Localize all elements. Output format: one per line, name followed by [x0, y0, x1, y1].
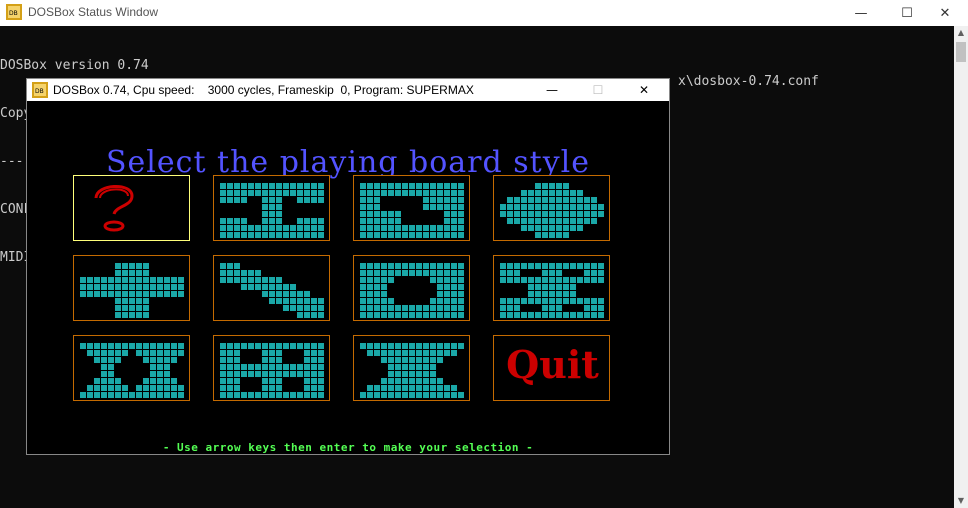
board-option-board-10[interactable]	[213, 335, 330, 401]
board-option-board-9[interactable]	[73, 335, 190, 401]
game-screen[interactable]: Select the playing board style Quit - Us…	[28, 101, 668, 454]
dosbox-minimize-button[interactable]: —	[530, 79, 574, 101]
svg-text:DB: DB	[35, 88, 44, 95]
board-option-board-6[interactable]	[213, 255, 330, 321]
console-line-tail: x\dosbox-0.74.conf	[678, 74, 819, 89]
board-option-board-7[interactable]	[353, 255, 470, 321]
scroll-up-icon[interactable]: ▲	[954, 26, 968, 40]
dosbox-titlebar[interactable]: DB DOSBox 0.74, Cpu speed: 3000 cycles, …	[27, 79, 669, 101]
status-window-title: DOSBox Status Window	[28, 5, 159, 19]
status-window-titlebar[interactable]: DB DOSBox Status Window — ☐ ✕	[0, 0, 968, 26]
svg-text:DB: DB	[9, 10, 18, 17]
board-option-board-3[interactable]	[353, 175, 470, 241]
board-pattern-icon	[360, 263, 464, 318]
board-pattern-icon	[500, 183, 604, 238]
question-mark-icon	[74, 176, 191, 242]
board-option-board-11[interactable]	[353, 335, 470, 401]
board-pattern-icon	[220, 183, 324, 238]
dosbox-window-title: DOSBox 0.74, Cpu speed: 3000 cycles, Fra…	[53, 83, 474, 97]
dosbox-close-button[interactable]: ✕	[622, 79, 666, 101]
board-pattern-icon	[80, 263, 184, 318]
dosbox-maximize-button[interactable]: ☐	[576, 79, 620, 101]
console-scrollbar[interactable]: ▲ ▼	[954, 26, 968, 508]
board-option-board-2[interactable]	[213, 175, 330, 241]
board-pattern-icon	[360, 343, 464, 398]
minimize-button[interactable]: —	[838, 0, 884, 26]
dosbox-window[interactable]: DB DOSBox 0.74, Cpu speed: 3000 cycles, …	[26, 78, 670, 455]
board-option-quit[interactable]: Quit	[493, 335, 610, 401]
board-option-random[interactable]	[73, 175, 190, 241]
instruction-text: - Use arrow keys then enter to make your…	[162, 441, 534, 454]
board-pattern-icon	[500, 263, 604, 318]
board-pattern-icon	[220, 263, 324, 318]
board-option-board-4[interactable]	[493, 175, 610, 241]
quit-label: Quit	[506, 342, 599, 387]
board-pattern-icon	[220, 343, 324, 398]
board-pattern-icon	[360, 183, 464, 238]
console-line: DOSBox version 0.74	[0, 58, 149, 73]
board-option-board-5[interactable]	[73, 255, 190, 321]
scrollbar-thumb[interactable]	[956, 42, 966, 62]
board-pattern-icon	[80, 343, 184, 398]
scroll-down-icon[interactable]: ▼	[954, 494, 968, 508]
dosbox-app-icon: DB	[6, 4, 22, 20]
close-button[interactable]: ✕	[922, 0, 968, 26]
dosbox-app-icon: DB	[32, 82, 48, 98]
board-option-board-8[interactable]	[493, 255, 610, 321]
